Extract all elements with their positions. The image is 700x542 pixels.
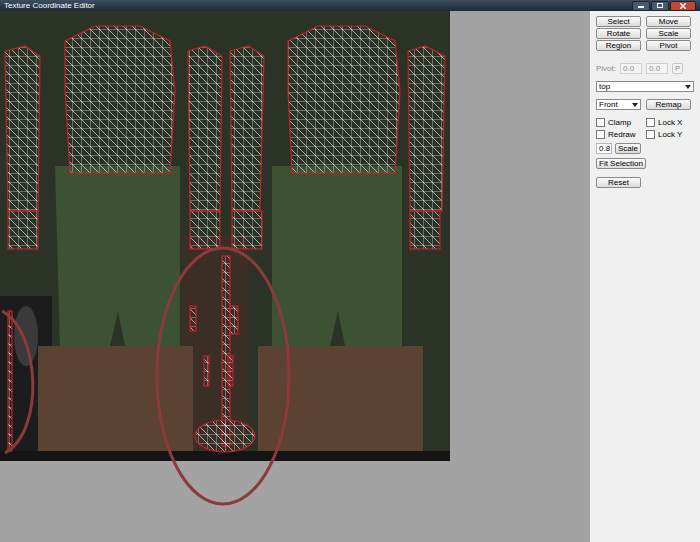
- checkbox-row[interactable]: Clamp: [596, 118, 641, 127]
- tool-button[interactable]: Pivot: [646, 40, 691, 51]
- reset-button[interactable]: Reset: [596, 177, 641, 188]
- checkbox-label: Lock X: [658, 118, 682, 127]
- pivot-label: Pivot:: [596, 64, 616, 73]
- checkbox-row[interactable]: Redraw: [596, 130, 641, 139]
- dropdown-arrow-icon: [685, 85, 691, 89]
- window-title: Texture Coordinate Editor: [4, 1, 95, 11]
- tool-button[interactable]: Scale: [646, 28, 691, 39]
- texture-image[interactable]: [0, 11, 590, 542]
- remap-button[interactable]: Remap: [646, 99, 691, 110]
- group-dropdown[interactable]: top: [596, 81, 694, 92]
- tool-buttons: Select Move Rotate Scale Region Pivot: [596, 16, 694, 51]
- minimize-icon[interactable]: [632, 1, 650, 11]
- checkbox-row[interactable]: Lock X: [646, 118, 691, 127]
- tool-button[interactable]: Move: [646, 16, 691, 27]
- checkbox[interactable]: [596, 130, 605, 139]
- pivot-row: Pivot: 0.0 0.0 P: [596, 63, 694, 74]
- checkbox-label: Clamp: [608, 118, 631, 127]
- pivot-button: P: [672, 63, 683, 74]
- checkbox[interactable]: [596, 118, 605, 127]
- dropdown-arrow-icon: [632, 103, 638, 107]
- checkbox[interactable]: [646, 130, 655, 139]
- maximize-icon[interactable]: [651, 1, 669, 11]
- scale-field[interactable]: 0.8: [596, 143, 612, 154]
- title-bar: Texture Coordinate Editor: [0, 0, 700, 11]
- view-dropdown[interactable]: Front: [596, 99, 641, 110]
- checkbox-row[interactable]: Lock Y: [646, 130, 691, 139]
- pivot-y-field: 0.0: [646, 63, 668, 74]
- scale-button[interactable]: Scale: [615, 143, 641, 154]
- pivot-x-field: 0.0: [620, 63, 642, 74]
- tool-button[interactable]: Rotate: [596, 28, 641, 39]
- group-dropdown-value: top: [599, 82, 610, 91]
- scale-row: 0.8Scale: [596, 143, 694, 154]
- checkbox-grid: Clamp Lock X Redraw Lock Y: [596, 118, 694, 139]
- texture-canvas[interactable]: [0, 11, 590, 542]
- fit-selection-button[interactable]: Fit Selection: [596, 158, 646, 169]
- view-row: Front Remap: [596, 99, 694, 110]
- view-dropdown-value: Front: [599, 100, 618, 109]
- checkbox-label: Lock Y: [658, 130, 682, 139]
- checkbox[interactable]: [646, 118, 655, 127]
- close-icon[interactable]: [670, 1, 696, 11]
- tool-button[interactable]: Select: [596, 16, 641, 27]
- tool-panel: Select Move Rotate Scale Region Pivot Pivot: 0.…: [590, 11, 700, 542]
- tool-button[interactable]: Region: [596, 40, 641, 51]
- checkbox-label: Redraw: [608, 130, 636, 139]
